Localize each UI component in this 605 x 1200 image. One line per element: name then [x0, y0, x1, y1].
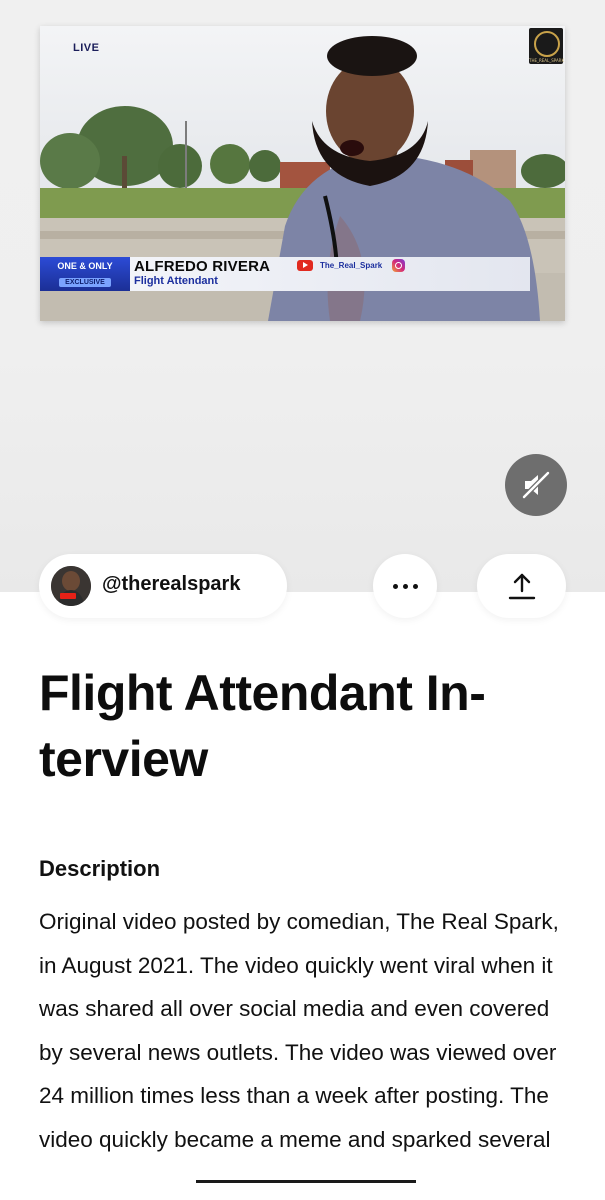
more-dots-icon — [392, 583, 418, 589]
video-player[interactable]: LIVE THE_REAL_SPARK ONE & ONLY EXCLUSIVE… — [40, 26, 565, 321]
author-chip[interactable]: @therealspark — [39, 554, 287, 618]
description-text: Original video posted by comedian, The R… — [39, 909, 559, 1152]
lower-third-name: ALFREDO RIVERA — [134, 258, 271, 275]
strikethrough-mark — [196, 1180, 416, 1183]
logo-ring-icon — [534, 31, 560, 57]
video-area: LIVE THE_REAL_SPARK ONE & ONLY EXCLUSIVE… — [0, 0, 605, 592]
page-title: Flight Attendant In-terview — [39, 665, 486, 787]
channel-logo: THE_REAL_SPARK — [529, 28, 564, 64]
mute-toggle-button[interactable] — [505, 454, 567, 516]
avatar-image — [51, 566, 91, 606]
youtube-icon — [297, 260, 313, 271]
instagram-icon — [392, 259, 405, 272]
author-handle: @therealspark — [102, 573, 241, 595]
exclusive-badge: ONE & ONLY EXCLUSIVE — [40, 257, 130, 291]
speaker-muted-icon — [522, 471, 550, 499]
description-heading: Description — [39, 856, 161, 881]
lower-third-handle: The_Real_Spark — [320, 261, 383, 270]
more-options-button[interactable] — [373, 554, 437, 618]
share-upload-icon — [508, 573, 535, 600]
live-indicator: LIVE — [73, 42, 100, 54]
avatar — [51, 566, 91, 606]
share-button[interactable] — [477, 554, 566, 618]
lower-third-title: Flight Attendant — [134, 275, 218, 287]
news-lower-third: ONE & ONLY EXCLUSIVE ALFREDO RIVERA Flig… — [40, 257, 530, 291]
